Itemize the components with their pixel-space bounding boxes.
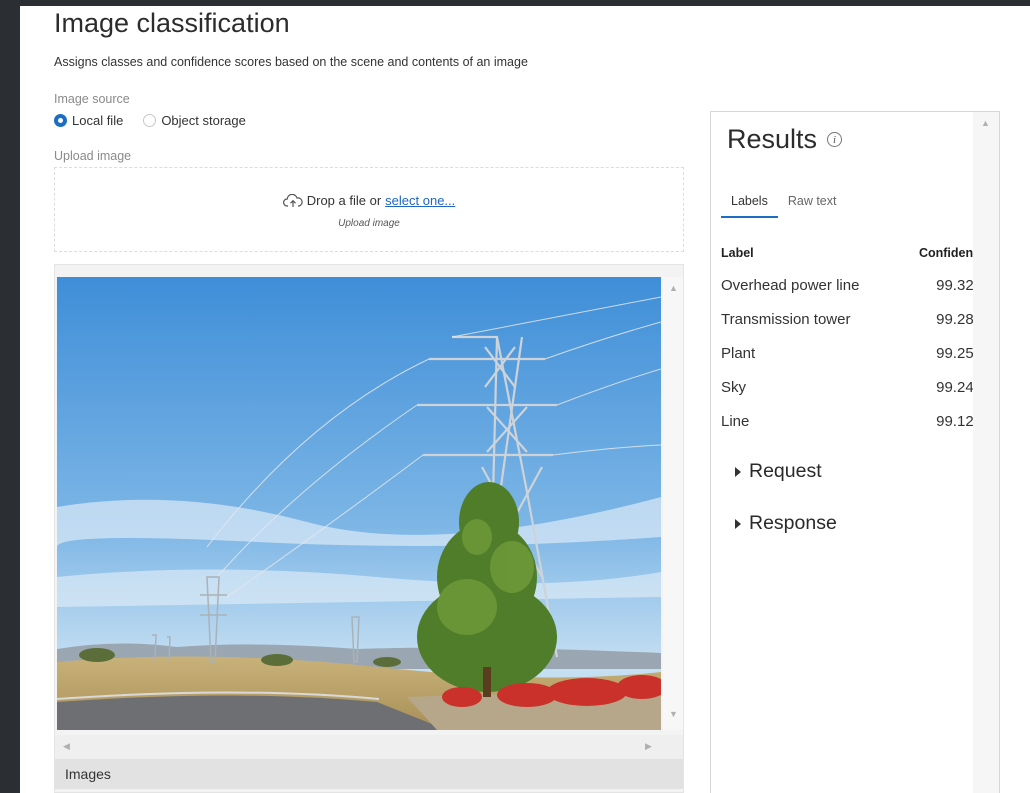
results-title-text: Results bbox=[727, 124, 818, 154]
request-label: Request bbox=[749, 460, 822, 482]
scroll-right-icon[interactable]: ▶ bbox=[645, 741, 652, 752]
image-classification-page: Image classification Assigns classes and… bbox=[20, 6, 1030, 793]
radio-object-storage[interactable]: Object storage bbox=[143, 113, 246, 128]
radio-local-file[interactable]: Local file bbox=[54, 113, 123, 128]
image-horizontal-scrollbar[interactable]: ◀ ▶ bbox=[55, 735, 683, 759]
image-source-label: Image source bbox=[54, 92, 130, 106]
image-preview-panel: ▲ ▼ ◀ ▶ Images bbox=[54, 264, 684, 793]
upload-caption: Upload image bbox=[338, 218, 400, 229]
response-section-toggle[interactable]: Response bbox=[735, 512, 837, 535]
info-icon[interactable]: i bbox=[827, 132, 843, 147]
select-file-link[interactable]: select one... bbox=[385, 193, 455, 208]
row-label: Sky bbox=[721, 379, 747, 396]
upload-dropzone[interactable]: Drop a file or select one... Upload imag… bbox=[54, 167, 684, 252]
image-source-radio-group: Local file Object storage bbox=[54, 113, 266, 128]
preview-image bbox=[57, 277, 661, 730]
page-title: Image classification bbox=[54, 8, 290, 38]
scroll-down-icon[interactable]: ▼ bbox=[669, 709, 678, 719]
tab-raw-text[interactable]: Raw text bbox=[778, 188, 847, 218]
drop-line: Drop a file or select one... bbox=[55, 193, 683, 208]
results-table-header: Label Confidence bbox=[721, 246, 987, 260]
images-footer: Images bbox=[55, 759, 683, 789]
scroll-up-icon[interactable]: ▲ bbox=[981, 118, 990, 128]
response-label: Response bbox=[749, 512, 837, 534]
image-vertical-scrollbar[interactable]: ▲ ▼ bbox=[663, 277, 683, 730]
caret-right-icon bbox=[735, 518, 741, 529]
row-label: Plant bbox=[721, 345, 756, 362]
results-panel: Results i Labels Raw text Label Confiden… bbox=[710, 111, 1000, 793]
drop-text: Drop a file or bbox=[306, 193, 382, 208]
cloud-upload-icon bbox=[282, 193, 303, 207]
request-section-toggle[interactable]: Request bbox=[735, 460, 822, 483]
table-row: Line 99.12% bbox=[721, 413, 987, 430]
radio-local-file-label: Local file bbox=[72, 113, 124, 128]
radio-unselected-icon bbox=[143, 114, 157, 127]
row-label: Line bbox=[721, 413, 750, 430]
results-scrollbar[interactable]: ▲ bbox=[973, 112, 999, 793]
results-tabs: Labels Raw text bbox=[721, 188, 846, 218]
caret-right-icon bbox=[735, 466, 741, 477]
table-row: Sky 99.24% bbox=[721, 379, 987, 396]
page-subtitle: Assigns classes and confidence scores ba… bbox=[54, 55, 528, 69]
radio-selected-icon bbox=[54, 114, 67, 127]
row-label: Overhead power line bbox=[721, 277, 860, 294]
results-title: Results i bbox=[727, 124, 843, 155]
radio-object-storage-label: Object storage bbox=[161, 113, 246, 128]
table-row: Overhead power line 99.32% bbox=[721, 277, 987, 294]
scroll-up-icon[interactable]: ▲ bbox=[669, 283, 678, 293]
tab-labels[interactable]: Labels bbox=[721, 188, 778, 218]
table-row: Plant 99.25% bbox=[721, 345, 987, 362]
table-row: Transmission tower 99.28% bbox=[721, 311, 987, 328]
scroll-left-icon[interactable]: ◀ bbox=[63, 741, 70, 752]
column-label: Label bbox=[721, 246, 754, 260]
upload-image-label: Upload image bbox=[54, 149, 132, 163]
row-label: Transmission tower bbox=[721, 311, 851, 328]
